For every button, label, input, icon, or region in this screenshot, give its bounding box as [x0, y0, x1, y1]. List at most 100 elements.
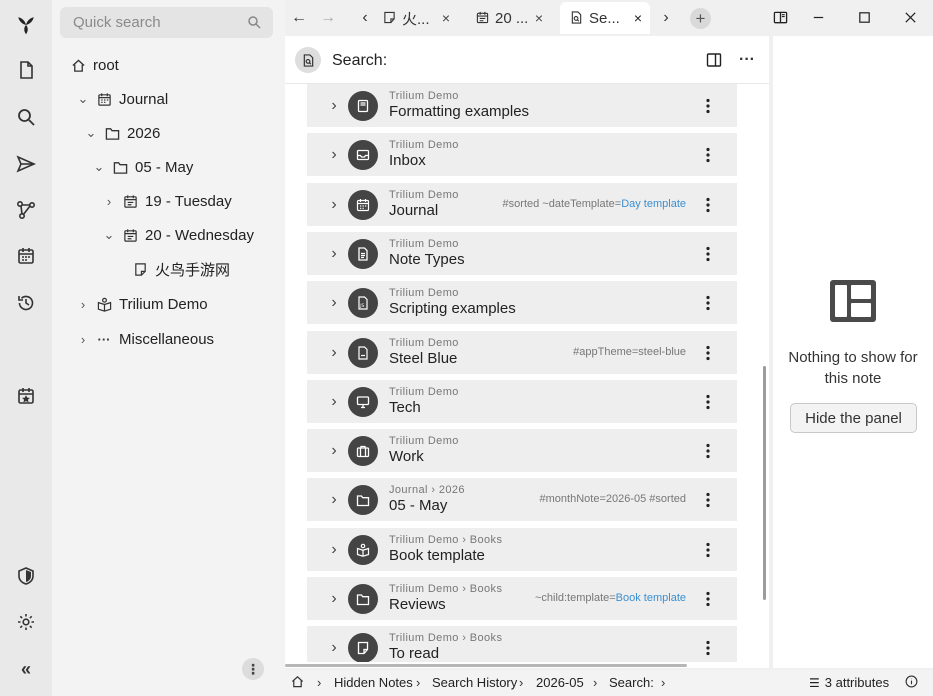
search-result-row[interactable]: › Trilium Demo › Books To read [307, 626, 737, 662]
search-result-row[interactable]: › Trilium Demo Work [307, 429, 737, 474]
result-title[interactable]: Journal [389, 202, 438, 219]
more-vertical-icon[interactable] [705, 540, 711, 560]
home-icon[interactable] [291, 675, 304, 688]
chevron-right-icon[interactable]: › [327, 442, 341, 460]
settings-gear-icon[interactable] [14, 610, 38, 634]
toggle-right-pane-icon[interactable] [768, 6, 792, 28]
tab-close-icon[interactable]: × [634, 10, 642, 26]
chevron-right-icon[interactable]: › [327, 294, 341, 312]
result-title[interactable]: Work [389, 448, 424, 465]
note-title[interactable]: Search: [332, 52, 387, 70]
note-type-icon[interactable] [295, 47, 321, 73]
more-vertical-icon[interactable] [705, 244, 711, 264]
tree-item-miscellaneous[interactable]: › ··· Miscellaneous [76, 328, 214, 350]
tab-search[interactable]: Se... × [560, 2, 650, 34]
search-result-row[interactable]: › Trilium Demo Journal #sorted ~dateTemplat… [307, 182, 737, 227]
tree-item-journal[interactable]: ⌄ Journal [76, 88, 169, 110]
new-note-icon[interactable] [14, 58, 38, 82]
chevron-right-icon[interactable]: › [327, 491, 341, 509]
search-result-row[interactable]: › Journal › 2026 05 - May #monthNote=2026-0… [307, 478, 737, 523]
result-title[interactable]: Formatting examples [389, 103, 529, 120]
send-icon[interactable] [14, 152, 38, 176]
chevron-right-icon[interactable]: › [327, 196, 341, 214]
tree-item-trilium-demo[interactable]: › Trilium Demo [76, 293, 208, 315]
horizontal-scrollbar[interactable] [285, 664, 687, 667]
chevron-down-icon[interactable]: ⌄ [84, 125, 98, 141]
hide-panel-button[interactable]: Hide the panel [790, 403, 917, 433]
chevron-right-icon[interactable]: › [327, 146, 341, 164]
more-vertical-icon[interactable] [705, 96, 711, 116]
vertical-scrollbar[interactable] [763, 366, 766, 600]
tab-close-icon[interactable]: × [535, 10, 543, 26]
tree-item-19-tuesday[interactable]: › 19 - Tuesday [102, 190, 232, 212]
tab-close-icon[interactable]: × [442, 10, 450, 26]
tab-note[interactable]: 火... × [373, 2, 458, 34]
tree-item-2026[interactable]: ⌄ 2026 [84, 122, 161, 144]
search-icon[interactable] [14, 105, 38, 129]
result-title[interactable]: Note Types [389, 251, 465, 268]
collapse-sidebar-icon[interactable]: « [14, 657, 38, 681]
chevron-right-icon[interactable]: › [102, 194, 116, 209]
chevron-down-icon[interactable]: ⌄ [76, 91, 90, 107]
tree-options-button[interactable]: ⋮ [242, 658, 264, 680]
more-vertical-icon[interactable] [705, 441, 711, 461]
result-title[interactable]: Steel Blue [389, 350, 457, 367]
search-result-row[interactable]: › JS Trilium Demo Scripting examples [307, 281, 737, 326]
breadcrumb-hidden-notes[interactable]: Hidden Notes [334, 675, 413, 690]
more-vertical-icon[interactable] [705, 638, 711, 658]
minimize-icon[interactable] [806, 6, 830, 28]
more-vertical-icon[interactable] [705, 343, 711, 363]
more-vertical-icon[interactable] [705, 490, 711, 510]
search-result-row[interactable]: › Trilium Demo Note Types [307, 231, 737, 276]
search-result-row[interactable]: › Trilium Demo › Books Reviews ~child:templ… [307, 577, 737, 621]
tab-journal-day[interactable]: 20 ... × [466, 2, 551, 34]
calendar-icon[interactable] [14, 244, 38, 268]
more-options-icon[interactable]: ··· [736, 50, 758, 70]
attribute-link[interactable]: Book template [616, 592, 686, 604]
chevron-right-icon[interactable]: › [327, 393, 341, 411]
chevron-right-icon[interactable]: › [327, 245, 341, 263]
forward-arrow-icon[interactable]: → [317, 8, 339, 28]
result-title[interactable]: Book template [389, 547, 485, 564]
chevron-right-icon[interactable]: › [327, 97, 341, 115]
tree-item-05-may[interactable]: ⌄ 05 - May [92, 156, 194, 178]
more-vertical-icon[interactable] [705, 293, 711, 313]
trilium-logo-icon[interactable] [13, 12, 39, 38]
breadcrumb-search-history[interactable]: Search History [432, 675, 517, 690]
info-icon[interactable] [905, 675, 918, 688]
chevron-down-icon[interactable]: ⌄ [102, 227, 116, 243]
result-title[interactable]: Tech [389, 399, 421, 416]
result-title[interactable]: To read [389, 645, 439, 662]
chevron-right-icon[interactable]: › [76, 332, 90, 347]
note-map-icon[interactable] [14, 198, 38, 222]
chevron-right-icon[interactable]: › [76, 297, 90, 312]
result-title[interactable]: Inbox [389, 152, 426, 169]
maximize-icon[interactable] [852, 6, 876, 28]
more-vertical-icon[interactable] [705, 145, 711, 165]
result-title[interactable]: 05 - May [389, 497, 447, 514]
more-vertical-icon[interactable] [705, 589, 711, 609]
close-window-icon[interactable] [898, 6, 922, 28]
tree-item-note[interactable]: 火鸟手游网 [132, 258, 230, 280]
result-title[interactable]: Reviews [389, 596, 446, 613]
today-icon[interactable] [14, 384, 38, 408]
back-arrow-icon[interactable]: ← [288, 8, 310, 28]
search-result-row[interactable]: › Trilium Demo Formatting examples [307, 84, 737, 128]
attributes-button[interactable]: ☰ 3 attributes [809, 675, 889, 690]
more-vertical-icon[interactable] [705, 392, 711, 412]
protected-session-icon[interactable] [14, 564, 38, 588]
recent-changes-icon[interactable] [14, 291, 38, 315]
breadcrumb-search[interactable]: Search: [609, 675, 654, 690]
chevron-down-icon[interactable]: ⌄ [92, 159, 106, 175]
tabs-scroll-right-icon[interactable]: › [655, 8, 677, 28]
tree-item-20-wednesday[interactable]: ⌄ 20 - Wednesday [102, 224, 254, 246]
chevron-right-icon[interactable]: › [327, 590, 341, 608]
chevron-right-icon[interactable]: › [327, 541, 341, 559]
split-note-icon[interactable] [703, 50, 725, 70]
search-result-row[interactable]: › Trilium Demo Tech [307, 379, 737, 424]
search-result-row[interactable]: › Trilium Demo › Books Book template [307, 527, 737, 572]
attribute-link[interactable]: Day template [621, 198, 686, 210]
breadcrumb-2026-05[interactable]: 2026-05 [536, 675, 584, 690]
chevron-right-icon[interactable]: › [327, 639, 341, 657]
tree-item-root[interactable]: root [70, 54, 119, 76]
